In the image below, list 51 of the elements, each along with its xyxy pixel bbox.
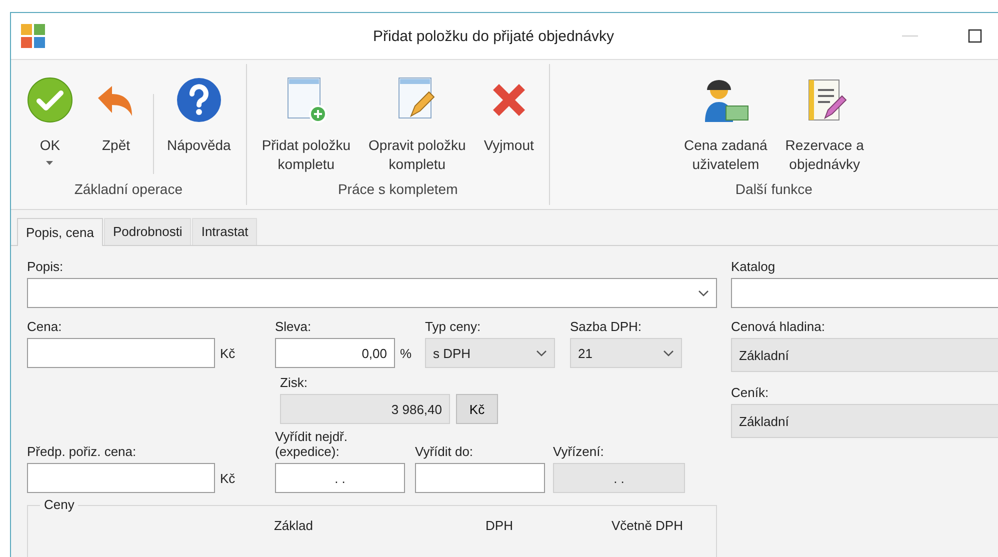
- text-field[interactable]: 0,00: [275, 338, 395, 368]
- field-label: Vyřízení:: [553, 445, 605, 460]
- chevron-down-icon: [663, 350, 674, 357]
- ribbon-button[interactable]: Rezervace a objednávky: [776, 74, 873, 176]
- group-label: Základní operace: [74, 181, 182, 198]
- date-field[interactable]: . .: [275, 463, 405, 493]
- minimize-icon[interactable]: [902, 35, 918, 38]
- checkmark-icon: [26, 76, 74, 124]
- field-label: Ceník:: [731, 386, 770, 402]
- text-field[interactable]: [27, 463, 215, 493]
- field-label: Předp. pořiz. cena:: [27, 445, 138, 460]
- field-label: Vyřídit nejdř. (expedice):: [275, 430, 348, 460]
- text-field[interactable]: [731, 278, 998, 308]
- field-label: Popis:: [27, 260, 64, 276]
- app-logo-icon: [21, 24, 45, 48]
- help-icon: [174, 76, 223, 124]
- window-title: Přidat položku do přijaté objednávky: [372, 28, 615, 45]
- ribbon-button[interactable]: Opravit položku kompletu: [360, 74, 475, 176]
- field-label: Typ ceny:: [425, 320, 482, 336]
- column-header: DPH: [484, 518, 513, 535]
- unit-label: %: [400, 344, 413, 363]
- field-label: Cena:: [27, 320, 63, 336]
- field-label: Sazba DPH:: [570, 320, 643, 336]
- chevron-down-icon: [536, 350, 547, 357]
- unit-label: Kč: [220, 344, 236, 363]
- group-title: Ceny: [40, 497, 78, 512]
- tab[interactable]: Popis, cena: [17, 218, 103, 246]
- ribbon-button[interactable]: Nápověda: [158, 74, 240, 158]
- tab[interactable]: Podrobnosti: [104, 218, 192, 246]
- text-field[interactable]: [27, 338, 215, 368]
- combo-box[interactable]: [27, 278, 717, 308]
- field-label: Sleva:: [275, 320, 312, 336]
- ribbon-button[interactable]: Cena zadaná uživatelem: [675, 74, 776, 176]
- group-label: Práce s kompletem: [338, 181, 458, 198]
- field-label: Cenová hladina:: [731, 320, 826, 336]
- unit-label: Kč: [220, 470, 236, 488]
- dropdown-arrow-icon: [46, 161, 54, 166]
- column-header: Včetně DPH: [610, 518, 683, 535]
- field-label: Zisk:: [280, 376, 308, 392]
- ribbon-button[interactable]: OK: [17, 74, 83, 168]
- ribbon-button[interactable]: Vyjmout: [474, 74, 543, 158]
- maximize-icon[interactable]: [968, 29, 982, 44]
- group-label: Další funkce: [735, 181, 812, 198]
- chevron-down-icon: [698, 290, 709, 297]
- tab[interactable]: Intrastat: [192, 218, 258, 246]
- field-label: Vyřídit do:: [415, 445, 474, 460]
- date-field[interactable]: [415, 463, 545, 493]
- ribbon-button[interactable]: Přidat položku kompletu: [252, 74, 360, 176]
- field-label: Katalog: [731, 260, 776, 276]
- column-header: Základ: [272, 518, 313, 535]
- ribbon-button[interactable]: Zpět: [83, 74, 149, 158]
